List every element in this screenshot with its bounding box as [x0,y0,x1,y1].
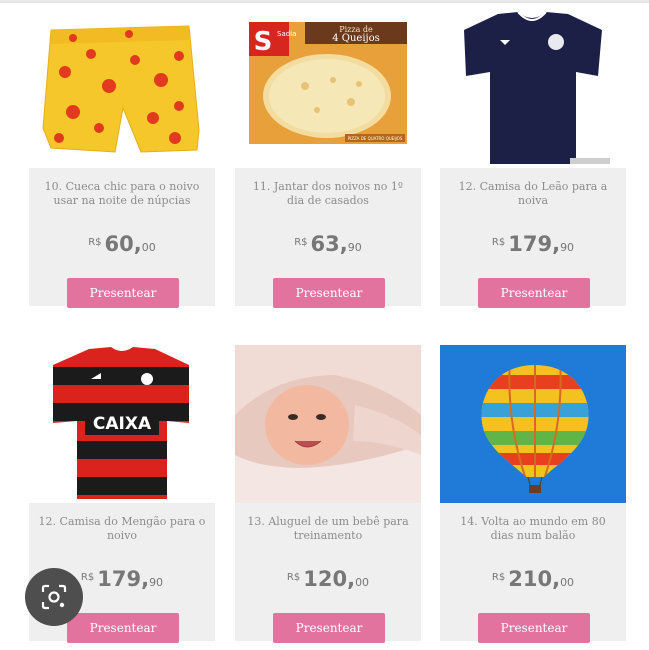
product-card: 10. Cueca chic para o noivo usar na noit… [29,10,215,308]
pizza-brand-badge: S [254,27,273,57]
pizza-brand-name: Sadia [277,30,296,38]
product-image-pizza-box[interactable]: Pizza de 4 Queijos S Sadia PIZZA DE QUAT… [235,10,421,168]
gift-button[interactable]: Presentear [67,613,179,643]
lens-search-button[interactable] [25,568,83,626]
product-card: 13. Aluguel de um bebê para treinamento … [235,345,421,643]
gift-button[interactable]: Presentear [273,613,385,643]
gift-button[interactable]: Presentear [478,613,590,643]
price-decimal: 90 [347,241,362,254]
price-decimal: 90 [560,241,575,254]
product-price: R$ 210,00 [440,567,626,591]
lens-search-icon [41,584,67,610]
product-card: Pizza de 4 Queijos S Sadia PIZZA DE QUAT… [235,10,421,308]
gift-button[interactable]: Presentear [478,278,590,308]
product-title: 13. Aluguel de um bebê para treinamento [247,515,409,542]
price-currency: R$ [88,237,102,248]
gift-button[interactable]: Presentear [67,278,179,308]
price-integer: 179, [508,232,561,256]
product-card: 12. Camisa do Leão para a noiva R$ 179,90… [440,10,626,308]
price-integer: 63, [310,232,348,256]
product-image-hot-air-balloon[interactable] [440,345,626,503]
product-price: R$ 60,00 [29,232,215,256]
product-image-red-black-shirt[interactable]: CAIXA [29,345,215,503]
price-currency: R$ [491,237,506,248]
product-title: 12. Camisa do Mengão para o noivo [38,515,206,542]
product-image-navy-shirt[interactable] [440,10,626,168]
price-integer: 210, [508,567,561,591]
price-decimal: 00 [355,576,370,589]
price-currency: R$ [286,572,301,583]
product-title: 14. Volta ao mundo em 80 dias num balão [460,515,606,542]
price-currency: R$ [80,572,95,583]
price-integer: 120, [303,567,356,591]
top-divider [0,0,649,3]
shirt-sponsor-text: CAIXA [93,414,152,434]
product-price: R$ 179,90 [440,232,626,256]
price-decimal: 00 [560,576,575,589]
product-title: 10. Cueca chic para o noivo usar na noit… [44,180,200,207]
price-currency: R$ [294,237,308,248]
gift-button[interactable]: Presentear [273,278,385,308]
product-image-boxer-shorts[interactable] [29,10,215,168]
product-card: 14. Volta ao mundo em 80 dias num balão … [440,345,626,643]
product-title: 12. Camisa do Leão para a noiva [458,180,608,207]
price-integer: 179, [97,567,150,591]
pizza-box-footnote: PIZZA DE QUATRO QUEIJOS [348,136,403,141]
price-decimal: 00 [141,241,156,254]
price-decimal: 90 [149,576,164,589]
product-image-baby[interactable] [235,345,421,503]
pizza-flavor-line2: 4 Queijos [332,33,380,44]
price-currency: R$ [491,572,506,583]
product-title: 11. Jantar dos noivos no 1º dia de casad… [252,180,404,207]
product-price: R$ 63,90 [235,232,421,256]
price-integer: 60, [104,232,142,256]
product-price: R$ 120,00 [235,567,421,591]
